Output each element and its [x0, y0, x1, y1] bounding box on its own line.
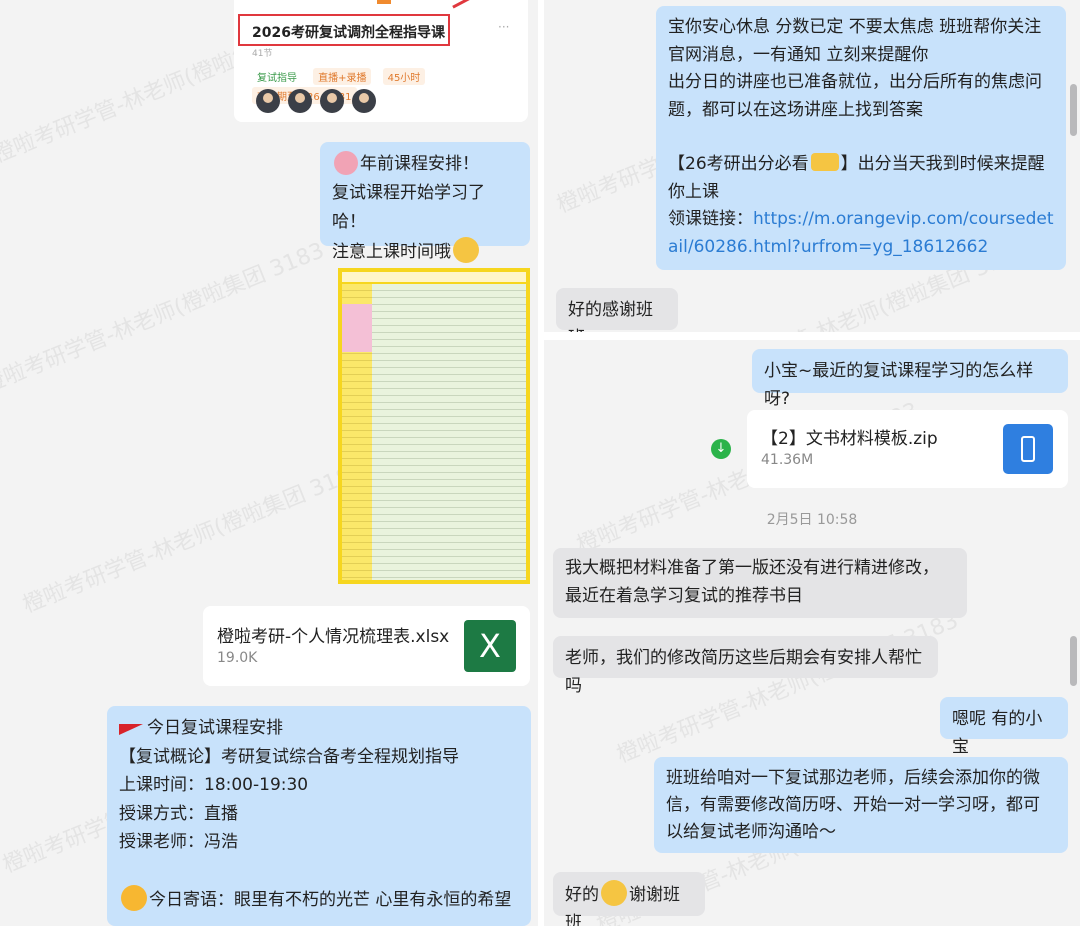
message-line: 【复试概论】考研复试综合备考全程规划指导 [119, 746, 459, 767]
file-card-xlsx[interactable]: 橙啦考研-个人情况梳理表.xlsx 19.0K X [203, 606, 530, 686]
watermark: 橙啦考研学管-林老师(橙啦集团 3183 [613, 608, 962, 769]
message-line: 上课时间：18:00-19:30 [119, 775, 309, 795]
pointing-hand-icon [810, 153, 839, 171]
bow-icon [334, 151, 358, 175]
sheet-header [342, 272, 526, 282]
excel-icon: X [464, 620, 516, 672]
message-paragraph: 出分日的讲座也已准备就位，出分后所有的焦虑问题，都可以在这场讲座上找到答案 [668, 72, 1042, 120]
message-paragraph: 宝你安心休息 分数已定 不要太焦虑 班班帮你关注官网消息，一有通知 立刻来提醒你 [668, 17, 1042, 65]
file-size: 41.36M [761, 452, 814, 468]
download-icon[interactable]: ↓ [711, 439, 731, 459]
tag: 复试指导 [257, 73, 297, 84]
avatar [352, 89, 376, 113]
file-name: 橙啦考研-个人情况梳理表.xlsx [217, 627, 450, 647]
lesson-count: 41节 [252, 49, 273, 59]
tag: 45小时 [382, 68, 426, 85]
message-notice: 宝你安心休息 分数已定 不要太焦虑 班班帮你关注官网消息，一有通知 立刻来提醒你… [656, 6, 1066, 270]
sun-icon [121, 884, 147, 911]
message-yes: 嗯呢 有的小宝 [940, 697, 1068, 757]
schedule-sheet-image[interactable] [338, 268, 530, 584]
message-paragraph: 领课链接：https://m.orangevip.com/coursedetai… [668, 209, 1054, 257]
file-card-zip[interactable]: 【2】文书材料模板.zip 41.36M [747, 410, 1068, 488]
message-progress: 我大概把材料准备了第一版还没有进行精进修改，最近在着急学习复试的推荐书目 [553, 548, 967, 618]
course-title: 2026考研复试调剂全程指导课 [252, 25, 445, 41]
thinking-face-icon [453, 237, 479, 263]
file-name: 【2】文书材料模板.zip [761, 429, 938, 449]
scrollbar[interactable] [1070, 84, 1077, 136]
scrollbar[interactable] [1070, 636, 1077, 686]
message-line: 年前课程安排！ [332, 150, 518, 179]
red-arrow [452, 0, 498, 9]
panel-divider [544, 332, 1080, 340]
avatar [256, 89, 280, 113]
message-line: 复试课程开始学习了哈！ [332, 183, 485, 232]
message-today-schedule: 今日复试课程安排 【复试概论】考研复试综合备考全程规划指导 上课时间：18:00… [107, 706, 531, 926]
watermark: 橙啦考研学管-林老师(橙啦集团 3183 [0, 238, 328, 399]
message-ok: 好的 谢谢班班 [553, 872, 705, 926]
ok-hand-icon [601, 880, 627, 906]
message-thanks: 好的感谢班班 [556, 288, 678, 332]
red-flag-icon [119, 724, 143, 735]
message-line: 授课老师：冯浩 [119, 832, 238, 852]
avatar [320, 89, 344, 113]
message-schedule: 年前课程安排！ 复试课程开始学习了哈！ 注意上课时间哦 [320, 142, 530, 263]
file-size: 19.0K [217, 650, 258, 666]
course-card[interactable]: 2026考研复试调剂全程指导课 ··· 41节 复试指导 直播+录播 45小时 … [234, 0, 528, 122]
sheet-body [342, 284, 526, 580]
message-paragraph: 【26考研出分必看 】出分当天我到时候来提醒你上课 [668, 153, 1045, 202]
chat-panel-right-bottom: 橙啦考研学管-林老师(橙啦集团 3183 橙啦考研学管-林老师(橙啦集团 318… [544, 340, 1080, 926]
avatar [288, 89, 312, 113]
message-line: 注意上课时间哦 [332, 237, 518, 267]
card-top-accent [377, 0, 391, 4]
chat-panel-left: 橙啦考研学管-林老师(橙啦集团 3183 橙啦考研学管-林老师(橙啦集团 318… [0, 0, 538, 926]
message-line: 授课方式：直播 [119, 803, 238, 824]
message-resume: 老师，我们的修改简历这些后期会有安排人帮忙吗 [553, 636, 938, 696]
teacher-avatars [256, 89, 384, 117]
zip-icon-body [1021, 436, 1035, 462]
message-line: 今日寄语：眼里有不朽的光芒 心里有永恒的希望 [119, 884, 519, 915]
chat-panel-right-top: 橙啦考研学管-林老师(橙啦集团 3183 橙啦考研学管-林老师(橙啦集团 318… [544, 0, 1080, 332]
message-ask: 小宝~最近的复试课程学习的怎么样呀? [752, 349, 1068, 409]
zip-icon [1003, 424, 1053, 474]
message-line: 今日复试课程安排 [119, 714, 519, 743]
message-contact: 班班给咱对一下复试那边老师，后续会添加你的微信，有需要修改简历呀、开始一对一学习… [654, 757, 1068, 853]
more-icon[interactable]: ··· [498, 20, 509, 34]
timestamp: 2月5日 10:58 [766, 512, 858, 528]
tag: 直播+录播 [313, 68, 372, 85]
watermark: 橙啦考研学管-林老师(橙啦集团 3183 [19, 458, 368, 619]
sheet-pink-block [342, 304, 372, 352]
